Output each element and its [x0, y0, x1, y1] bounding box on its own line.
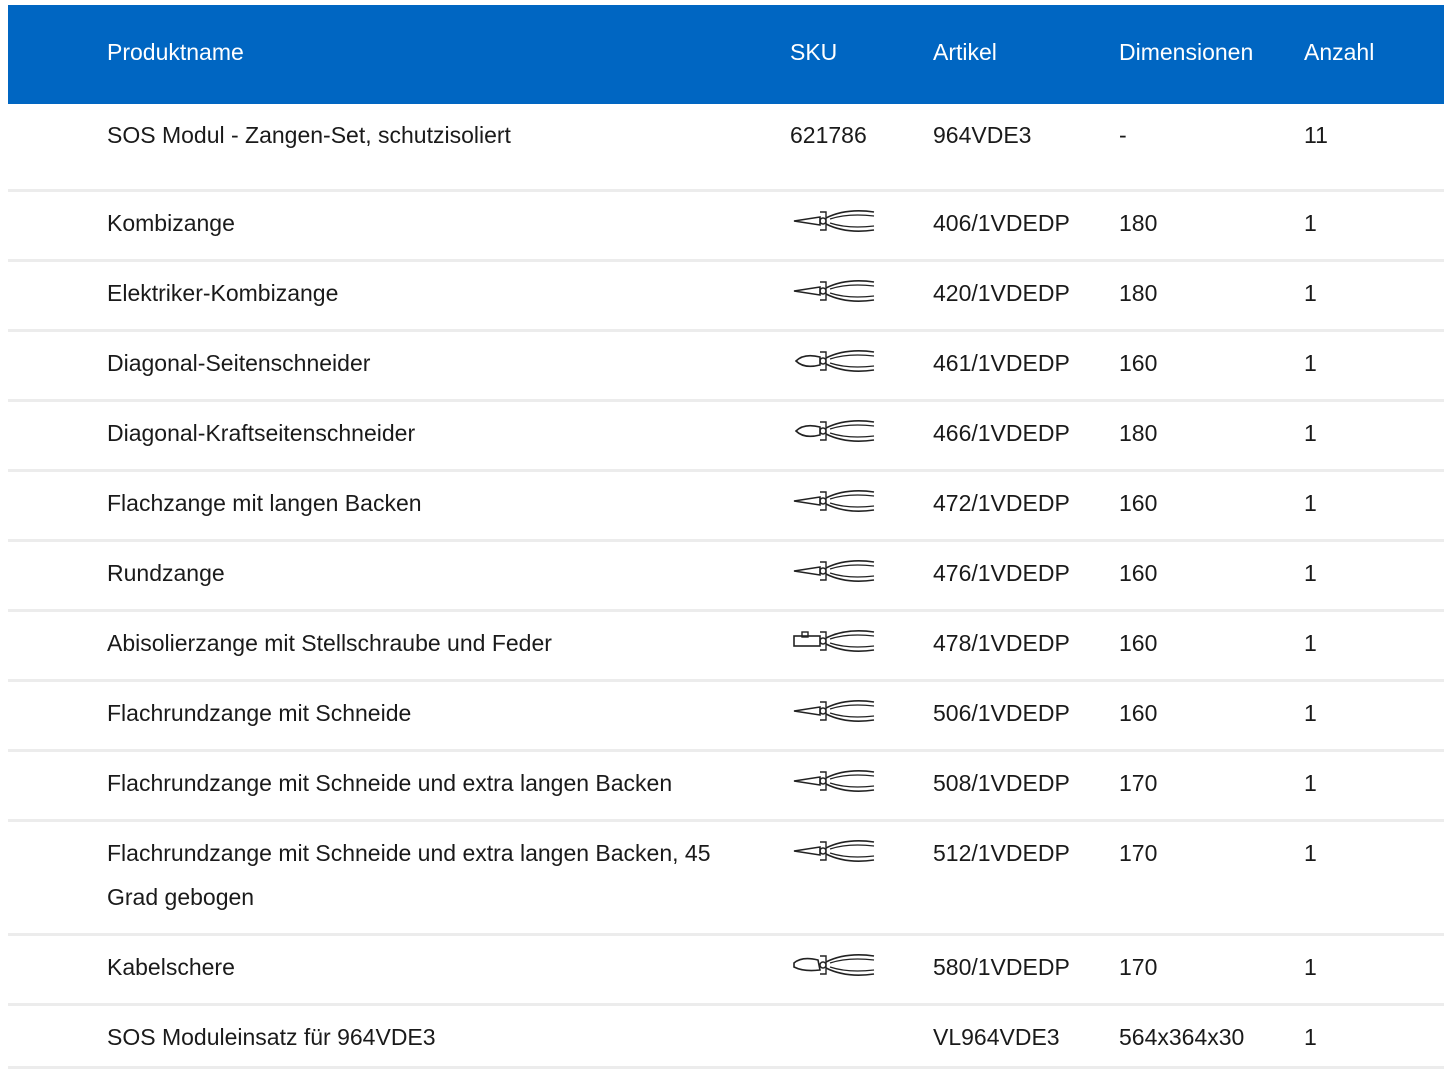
table-row: Rundzange 476/1VDEDP 160 1: [8, 542, 1444, 612]
quantity-cell: 1: [1304, 560, 1317, 586]
table-row: Kabelschere 580/1VDEDP 170 1: [8, 936, 1444, 1006]
article-cell: VL964VDE3: [933, 1024, 1060, 1050]
table-row: Flachrundzange mit Schneide 506/1VDEDP 16…: [8, 682, 1444, 752]
article-cell: 476/1VDEDP: [933, 560, 1070, 586]
dimensions-cell: 180: [1119, 210, 1158, 236]
quantity-cell: 1: [1304, 840, 1317, 866]
dimensions-cell: 160: [1119, 560, 1158, 586]
product-name-cell: Elektriker-Kombizange: [107, 280, 339, 306]
column-header-sku: SKU: [790, 39, 838, 65]
dimensions-cell: 160: [1119, 630, 1158, 656]
diagonal-cutter-icon: [790, 344, 876, 378]
quantity-cell: 1: [1304, 954, 1317, 980]
flat-nose-pliers-icon: [790, 484, 876, 518]
dimensions-cell: 180: [1119, 420, 1158, 446]
table-row: SOS Moduleinsatz für 964VDE3 VL964VDE3 564…: [8, 1006, 1444, 1069]
quantity-cell: 1: [1304, 350, 1317, 376]
column-header-quantity: Anzahl: [1304, 39, 1375, 65]
table-row: Flachrundzange mit Schneide und extra la…: [8, 752, 1444, 822]
product-name-cell: Flachrundzange mit Schneide und extra la…: [107, 840, 711, 910]
table-header: Produktname SKU Artikel Dimensionen Anza…: [8, 5, 1444, 104]
cable-shears-icon: [790, 948, 876, 982]
needle-nose-pliers-icon: [790, 694, 876, 728]
product-name-cell: Flachrundzange mit Schneide und extra la…: [107, 770, 673, 796]
wire-stripper-icon: [790, 624, 876, 658]
article-cell: 461/1VDEDP: [933, 350, 1070, 376]
combination-pliers-icon: [790, 204, 876, 238]
table-row: Abisolierzange mit Stellschraube und Fed…: [8, 612, 1444, 682]
electrician-pliers-icon: [790, 274, 876, 308]
article-cell: 466/1VDEDP: [933, 420, 1070, 446]
quantity-cell: 1: [1304, 630, 1317, 656]
bent-needle-nose-pliers-icon: [790, 834, 876, 868]
quantity-cell: 1: [1304, 770, 1317, 796]
article-cell: 472/1VDEDP: [933, 490, 1070, 516]
quantity-cell: 1: [1304, 420, 1317, 446]
table-row: Diagonal-Kraftseitenschneider 466/1VDEDP…: [8, 402, 1444, 472]
dimensions-cell: 170: [1119, 770, 1158, 796]
dimensions-cell: 160: [1119, 350, 1158, 376]
quantity-cell: 1: [1304, 700, 1317, 726]
product-name-cell: Flachrundzange mit Schneide: [107, 700, 412, 726]
table-row: Flachrundzange mit Schneide und extra la…: [8, 822, 1444, 936]
table-row: SOS Modul - Zangen-Set, schutzisoliert 62…: [8, 104, 1444, 192]
column-header-name: Produktname: [107, 39, 244, 65]
article-cell: 512/1VDEDP: [933, 840, 1070, 866]
quantity-cell: 11: [1304, 122, 1328, 148]
power-diagonal-cutter-icon: [790, 414, 876, 448]
product-name-cell: SOS Moduleinsatz für 964VDE3: [107, 1024, 436, 1050]
article-cell: 508/1VDEDP: [933, 770, 1070, 796]
product-name-cell: Kombizange: [107, 210, 235, 236]
quantity-cell: 1: [1304, 210, 1317, 236]
product-name-cell: Rundzange: [107, 560, 225, 586]
table-body: SOS Modul - Zangen-Set, schutzisoliert 62…: [8, 104, 1444, 1069]
table-row: Kombizange 406/1VDEDP 180 1: [8, 192, 1444, 262]
dimensions-cell: 170: [1119, 840, 1158, 866]
article-cell: 964VDE3: [933, 122, 1032, 148]
product-name-cell: Flachzange mit langen Backen: [107, 490, 422, 516]
article-cell: 506/1VDEDP: [933, 700, 1070, 726]
dimensions-cell: 564x364x30: [1119, 1024, 1245, 1050]
quantity-cell: 1: [1304, 490, 1317, 516]
column-header-dimensions: Dimensionen: [1119, 39, 1254, 65]
product-name-cell: Diagonal-Kraftseitenschneider: [107, 420, 416, 446]
round-nose-pliers-icon: [790, 554, 876, 588]
quantity-cell: 1: [1304, 280, 1317, 306]
product-name-cell: SOS Modul - Zangen-Set, schutzisoliert: [107, 122, 511, 148]
dimensions-cell: 180: [1119, 280, 1158, 306]
long-needle-nose-pliers-icon: [790, 764, 876, 798]
product-name-cell: Diagonal-Seitenschneider: [107, 350, 371, 376]
column-header-article: Artikel: [933, 39, 997, 65]
product-table: Produktname SKU Artikel Dimensionen Anza…: [8, 5, 1444, 1069]
product-name-cell: Abisolierzange mit Stellschraube und Fed…: [107, 630, 552, 656]
product-name-cell: Kabelschere: [107, 954, 235, 980]
table-row: Elektriker-Kombizange 420/1VDEDP 180 1: [8, 262, 1444, 332]
dimensions-cell: 160: [1119, 700, 1158, 726]
dimensions-cell: 160: [1119, 490, 1158, 516]
table-row: Diagonal-Seitenschneider 461/1VDEDP 160 1: [8, 332, 1444, 402]
table-row: Flachzange mit langen Backen 472/1VDEDP 1…: [8, 472, 1444, 542]
article-cell: 580/1VDEDP: [933, 954, 1070, 980]
quantity-cell: 1: [1304, 1024, 1317, 1050]
dimensions-cell: 170: [1119, 954, 1158, 980]
article-cell: 420/1VDEDP: [933, 280, 1070, 306]
article-cell: 406/1VDEDP: [933, 210, 1070, 236]
dimensions-cell: -: [1119, 122, 1127, 148]
sku-cell: 621786: [790, 122, 867, 148]
article-cell: 478/1VDEDP: [933, 630, 1070, 656]
